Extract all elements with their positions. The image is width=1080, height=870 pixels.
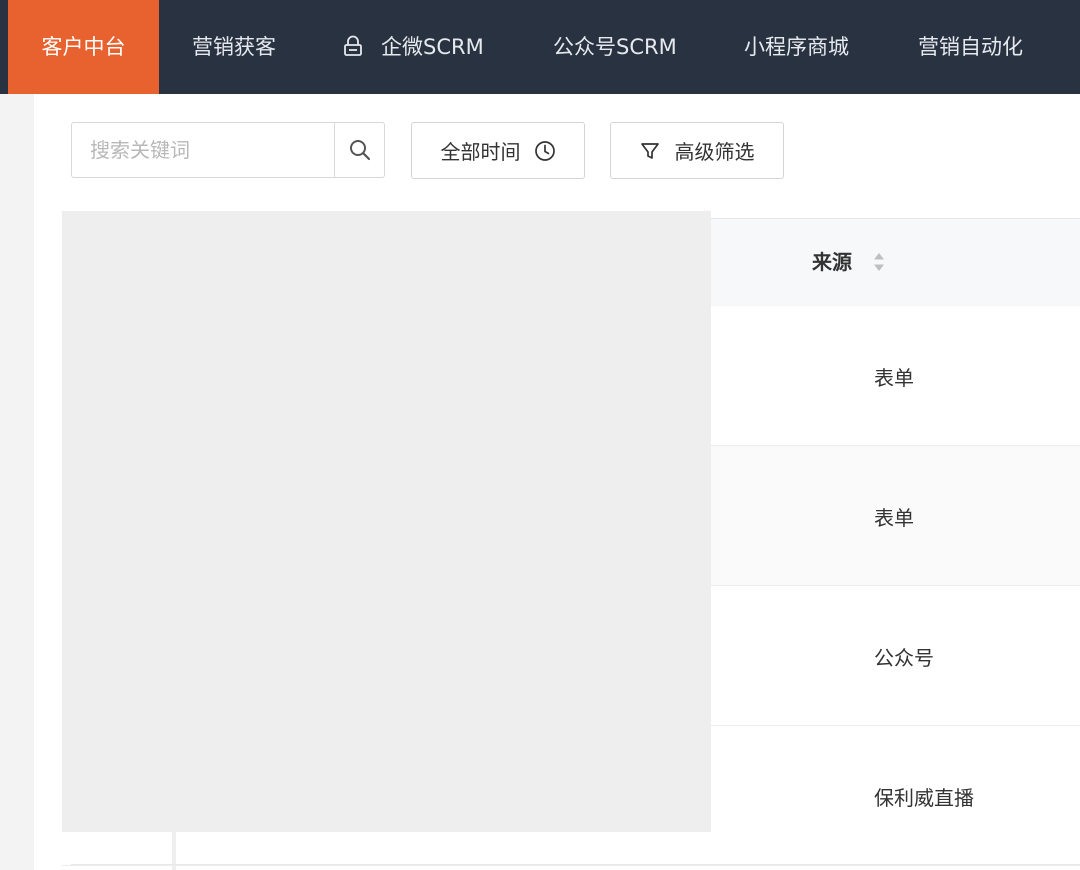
nav-item-wecom-scrm[interactable]: 企微SCRM — [343, 0, 484, 94]
advanced-filter-label: 高级筛选 — [674, 140, 755, 164]
advanced-filter-button[interactable]: 高级筛选 — [610, 122, 784, 179]
nav-item-label: 客户中台 — [41, 35, 126, 59]
nav-item-label: 小程序商城 — [744, 35, 849, 59]
cell-source: 表单 — [874, 506, 914, 530]
sort-icon[interactable] — [873, 251, 885, 273]
nav-item-mini-program-mall[interactable]: 小程序商城 — [744, 0, 849, 94]
nav-item-customer-center[interactable]: 客户中台 — [8, 0, 159, 94]
nav-item-marketing-automation[interactable]: 营销自动化 — [918, 0, 1023, 94]
divider — [71, 864, 1080, 865]
time-filter-label: 全部时间 — [440, 140, 521, 164]
search-input[interactable] — [72, 123, 335, 177]
cell-source: 公众号 — [874, 646, 934, 670]
nav-item-label: 公众号SCRM — [553, 35, 677, 59]
clock-icon — [534, 140, 556, 162]
search-box — [71, 122, 385, 178]
nav-item-marketing-acquisition[interactable]: 营销获客 — [192, 0, 276, 94]
nav-item-label: 企微SCRM — [381, 35, 484, 59]
column-header-label: 来源 — [812, 250, 852, 274]
left-gutter — [0, 94, 34, 870]
time-filter-button[interactable]: 全部时间 — [411, 122, 585, 179]
nav-item-label: 营销获客 — [192, 35, 276, 59]
top-nav: 客户中台 营销获客 企微SCRM 公众号SCRM 小程序商城 营销自动化 — [0, 0, 1080, 94]
cell-source: 保利威直播 — [874, 786, 974, 810]
filter-icon — [640, 141, 660, 161]
nav-item-official-account-scrm[interactable]: 公众号SCRM — [553, 0, 677, 94]
cell-source: 表单 — [874, 366, 914, 390]
lock-icon — [344, 35, 362, 56]
search-button[interactable] — [334, 123, 384, 177]
redacted-area — [62, 211, 711, 832]
column-header-source[interactable]: 来源 — [812, 218, 885, 306]
search-icon — [349, 140, 370, 161]
nav-item-label: 营销自动化 — [918, 35, 1023, 59]
